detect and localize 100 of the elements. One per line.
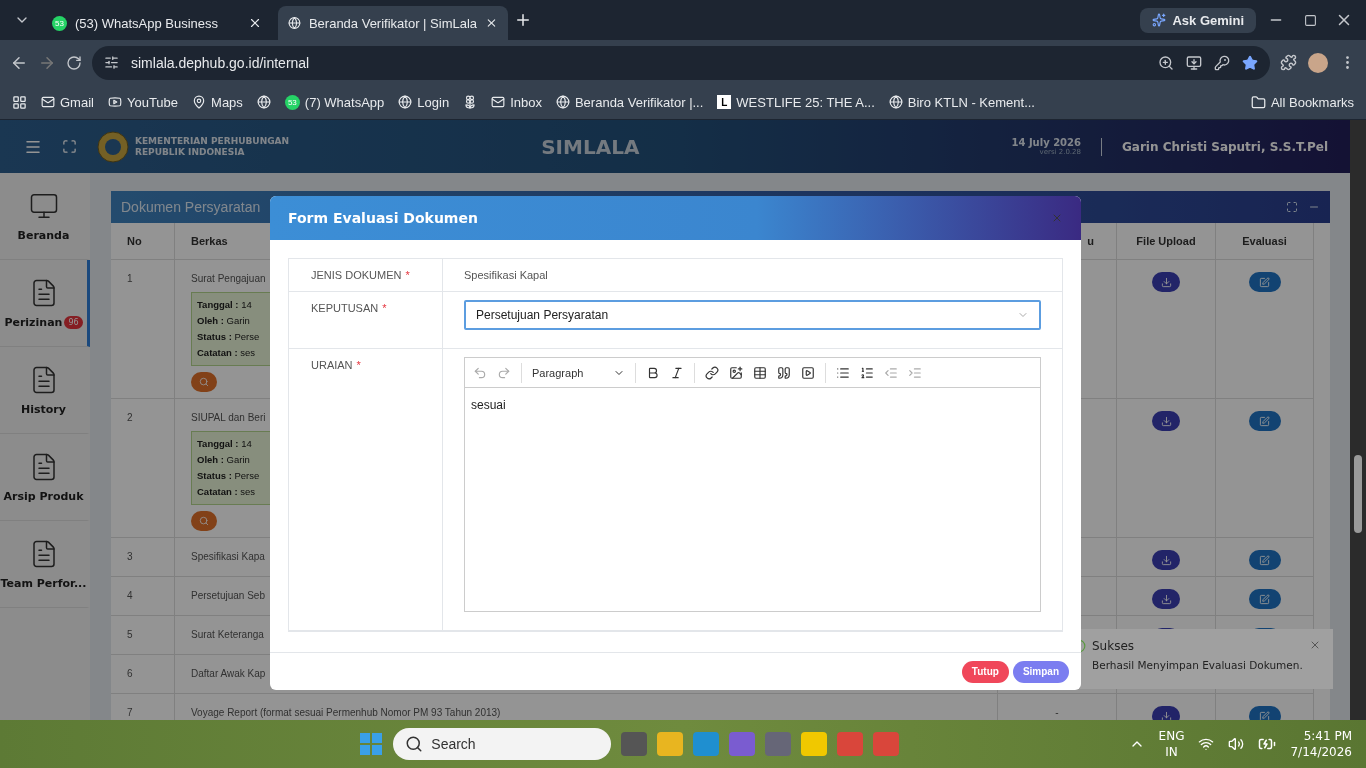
table-cell: 4 <box>127 589 133 603</box>
close-icon[interactable] <box>485 16 498 30</box>
block-style-select[interactable]: Paragraph <box>532 366 626 379</box>
bookmark-link[interactable]: WESTLIFE 25: THE A... <box>736 94 875 110</box>
image-upload-icon[interactable] <box>729 365 744 380</box>
download-button[interactable] <box>1152 706 1180 720</box>
required-mark: * <box>405 269 410 281</box>
numbered-list-icon[interactable] <box>860 365 875 380</box>
browser-tab[interactable]: 53 (53) WhatsApp Business <box>42 6 272 40</box>
maximize-icon[interactable] <box>1303 13 1317 27</box>
search-icon <box>405 735 424 753</box>
close-button[interactable]: Tutup <box>961 660 1009 683</box>
search-button[interactable] <box>191 511 217 531</box>
sidebar-item[interactable]: Arsip Produk <box>0 434 90 521</box>
editor-text: sesuai <box>470 397 507 414</box>
emblem-icon <box>97 130 129 163</box>
edit-button[interactable] <box>1248 706 1281 720</box>
reload-icon[interactable] <box>66 54 82 71</box>
bookmark-link[interactable]: Login <box>417 94 450 110</box>
scrollbar-thumb[interactable] <box>1354 455 1362 533</box>
table-cell: Surat Keteranga <box>191 628 264 642</box>
edit-button[interactable] <box>1248 589 1281 609</box>
apps-icon[interactable] <box>12 94 27 110</box>
bold-icon[interactable] <box>646 365 661 380</box>
table-cell: 7 <box>127 706 133 720</box>
table-icon[interactable] <box>753 365 768 380</box>
bookmark-link[interactable]: (7) WhatsApp <box>304 94 385 110</box>
video-icon <box>107 95 122 109</box>
bookmark-link[interactable]: Beranda Verifikator |... <box>574 94 704 110</box>
edit-button[interactable] <box>1248 550 1281 570</box>
install-icon <box>1186 54 1202 71</box>
chat-icon: 53 <box>284 94 300 110</box>
field-label: KEPUTUSAN <box>311 302 379 316</box>
download-icon <box>1160 276 1172 288</box>
table-cell: SIUPAL dan Beri <box>191 411 266 425</box>
close-icon[interactable] <box>248 16 262 30</box>
key-icon <box>1214 54 1230 71</box>
rich-text-editor[interactable]: Paragraph sesuai <box>464 357 1041 612</box>
app-icon[interactable] <box>801 732 828 756</box>
required-mark: * <box>356 359 361 373</box>
mail-icon <box>41 95 55 109</box>
search-button[interactable] <box>191 372 217 392</box>
globe-icon <box>288 16 301 30</box>
avatar-icon[interactable] <box>1307 51 1329 74</box>
expand-icon[interactable] <box>1286 201 1298 213</box>
map-pin-icon <box>192 95 207 109</box>
table-cell: Surat Pengajuan <box>191 272 266 286</box>
sidebar-item[interactable]: Perizinan 96 <box>0 260 90 347</box>
user-name: Garin Christi Saputri, S.S.T.Pel <box>1122 139 1328 154</box>
decision-select[interactable]: Persetujuan Persyaratan <box>464 300 1041 330</box>
link-icon[interactable] <box>705 365 720 380</box>
clock-date[interactable]: 7/14/2026 <box>1290 744 1352 760</box>
download-button[interactable] <box>1152 550 1180 570</box>
bullet-list-icon[interactable] <box>836 365 851 380</box>
note-line: Catatan : ses <box>197 485 257 499</box>
all-bookmarks-link[interactable]: All Bookmarks <box>1270 94 1354 110</box>
edit-button[interactable] <box>1248 272 1281 292</box>
download-button[interactable] <box>1152 411 1180 431</box>
wifi-icon[interactable] <box>1198 736 1215 752</box>
bookmark-link[interactable]: Biro KTLN - Kement... <box>907 94 1035 110</box>
sidebar-item[interactable]: Beranda <box>0 173 90 260</box>
site-settings-icon <box>104 55 119 70</box>
bookmark-link[interactable]: YouTube <box>126 94 179 110</box>
address-bar[interactable]: simlala.dephub.go.id/internal <box>92 45 1270 80</box>
edit-icon <box>1259 554 1270 566</box>
language-indicator[interactable]: ENG <box>1158 728 1185 744</box>
browser-tab[interactable]: Beranda Verifikator | SimLala <box>278 6 508 40</box>
count-badge: 96 <box>64 315 83 329</box>
new-tab-icon[interactable] <box>514 11 532 29</box>
italic-icon[interactable] <box>670 365 685 380</box>
table-cell: Voyage Report (format sesuai Permenhub Nomor PM 93 Tahun 2013) <box>191 706 501 720</box>
extensions-icon[interactable] <box>1280 54 1297 71</box>
panel-title: Dokumen Persyaratan <box>121 199 262 215</box>
quote-icon[interactable] <box>777 365 792 380</box>
globe-icon <box>888 95 903 109</box>
edit-button[interactable] <box>1248 411 1281 431</box>
note-line: Oleh : Garin <box>197 453 251 467</box>
media-icon[interactable] <box>801 365 816 380</box>
folder-icon <box>1250 94 1266 110</box>
download-button[interactable] <box>1152 272 1180 292</box>
download-button[interactable] <box>1152 589 1180 609</box>
table-cell: Daftar Awak Kap <box>191 667 266 681</box>
org-name: REPUBLIK INDONESIA <box>135 146 246 158</box>
ask-gemini-button[interactable]: Ask Gemini <box>1140 7 1256 33</box>
field-value: Spesifikasi Kapal <box>464 269 548 281</box>
table-cell: 2 <box>127 411 133 425</box>
clock-time[interactable]: 5:41 PM <box>1303 728 1352 744</box>
taskbar-search[interactable]: Search <box>393 728 612 760</box>
volume-icon[interactable] <box>1228 736 1245 752</box>
table-cell: - <box>1055 706 1059 720</box>
sidebar-item[interactable]: History <box>0 347 90 434</box>
column-header: File Upload <box>1117 223 1216 260</box>
bookmark-link[interactable]: Maps <box>211 94 243 110</box>
fullscreen-icon[interactable] <box>62 139 77 154</box>
org-name: KEMENTERIAN PERHUBUNGAN <box>135 135 290 147</box>
sidebar-item[interactable]: Team Perfor... <box>0 521 90 608</box>
zoom-icon <box>1158 54 1174 71</box>
language-indicator[interactable]: IN <box>1165 744 1178 760</box>
bookmark-link[interactable]: Gmail <box>60 94 94 110</box>
bookmark-link[interactable]: Inbox <box>510 94 542 110</box>
